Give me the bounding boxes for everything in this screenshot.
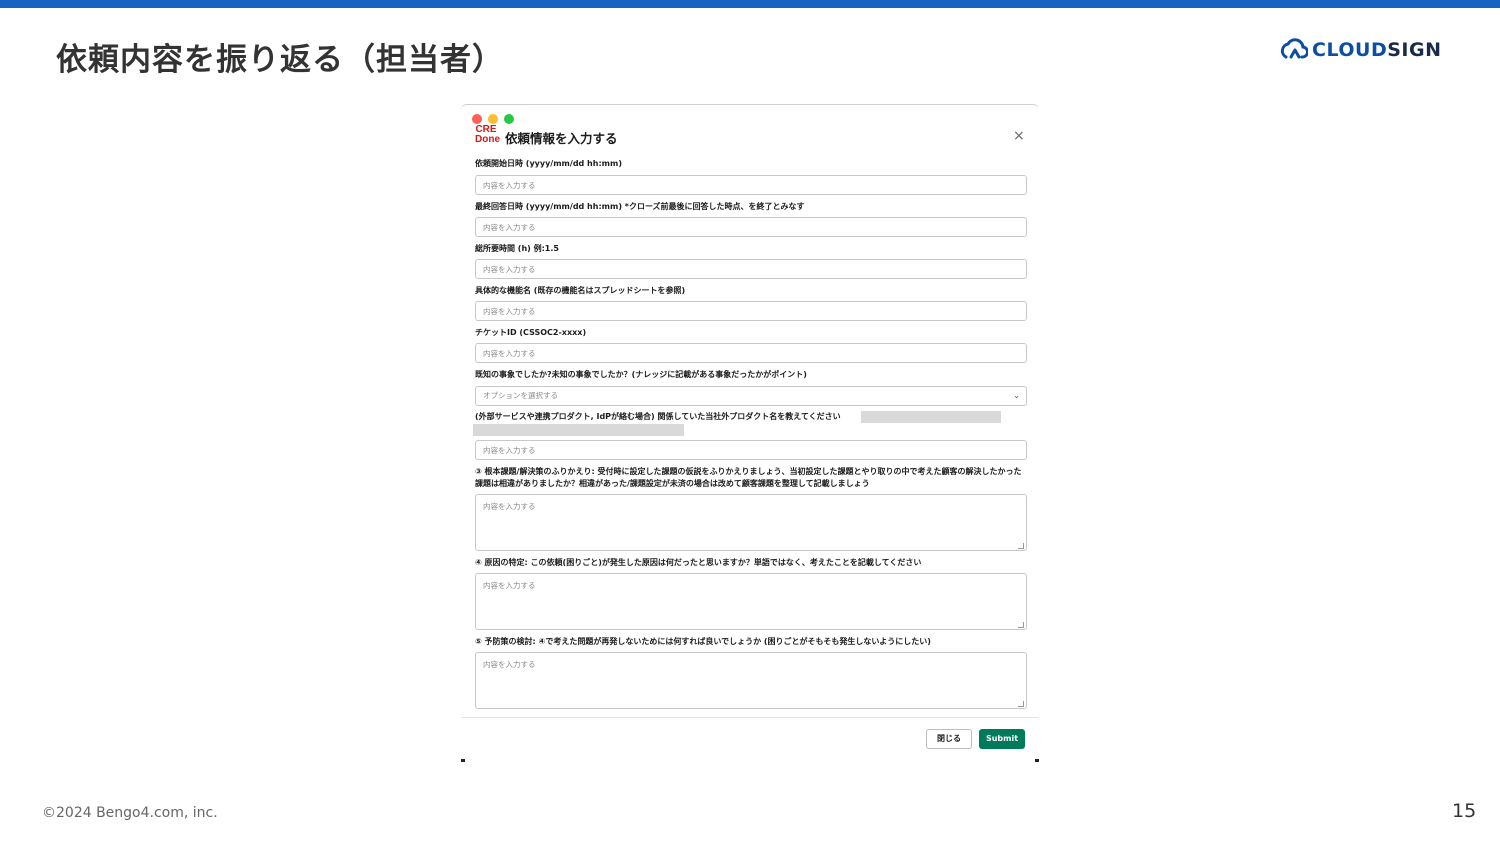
page-number: 15 xyxy=(1452,800,1477,822)
slide-title: 依頼内容を振り返る（担当者） xyxy=(56,42,504,78)
root-issue-label: ③ 根本課題/解決策のふりかえり: 受付時に設定した課題の仮説をふりかえりましょ… xyxy=(475,467,1022,488)
prevention-label: ⑤ 予防策の検討: ④で考えた問題が再発しないためには何すれば良いでしょうか (… xyxy=(475,637,931,646)
copyright-text: ©2024 Bengo4.com, inc. xyxy=(42,805,218,821)
screenshot-corner-mark xyxy=(461,759,465,762)
prevention-textarea[interactable] xyxy=(475,652,1027,709)
window-minimize-dot[interactable] xyxy=(488,114,498,124)
cause-textarea[interactable] xyxy=(475,573,1027,630)
last-answer-datetime-label: 最終回答日時 (yyyy/mm/dd hh:mm) *クローズ前最後に回答した時… xyxy=(475,202,805,211)
start-datetime-input[interactable] xyxy=(475,175,1027,195)
window-close-dot[interactable] xyxy=(472,114,482,124)
root-issue-textarea[interactable] xyxy=(475,494,1027,551)
screenshot-corner-mark xyxy=(1035,759,1039,762)
chevron-down-icon: ⌄ xyxy=(1013,391,1020,400)
request-info-modal: CRE Done 依頼情報を入力する × 依頼開始日時 (yyyy/mm/dd … xyxy=(461,104,1039,762)
cloudsign-logo-icon xyxy=(1280,38,1308,59)
external-product-input[interactable] xyxy=(475,440,1027,460)
ticket-id-input[interactable] xyxy=(475,343,1027,363)
cloudsign-logo: CLOUDSIGN xyxy=(1280,36,1441,64)
modal-title: 依頼情報を入力する xyxy=(505,131,618,146)
start-datetime-label: 依頼開始日時 (yyyy/mm/dd hh:mm) xyxy=(475,159,622,168)
redacted-block xyxy=(473,424,684,436)
redacted-block xyxy=(861,411,1001,423)
resize-handle-icon[interactable] xyxy=(1018,622,1024,628)
top-accent-bar xyxy=(0,0,1500,8)
total-hours-label: 総所要時間 (h) 例:1.5 xyxy=(475,244,559,253)
cause-label: ④ 原因の特定: この依頼(困りごと)が発生した原因は何だったと思いますか？単語… xyxy=(475,558,922,567)
total-hours-input[interactable] xyxy=(475,259,1027,279)
logo-wordmark: CLOUDSIGN xyxy=(1312,39,1442,61)
ticket-id-label: チケットID (CSSOC2-xxxx) xyxy=(475,328,587,337)
resize-handle-icon[interactable] xyxy=(1018,701,1024,707)
close-button[interactable]: 閉じる xyxy=(926,729,972,749)
close-icon[interactable]: × xyxy=(1013,128,1025,144)
known-issue-label: 既知の事象でしたか?未知の事象でしたか？(ナレッジに記載がある事象だったかがポイ… xyxy=(475,370,807,379)
feature-name-input[interactable] xyxy=(475,301,1027,321)
feature-name-label: 具体的な機能名 (既存の機能名はスプレッドシートを参照) xyxy=(475,286,686,295)
select-value: オプションを選択する xyxy=(483,391,558,400)
external-product-label: (外部サービスや連携プロダクト, IdPが絡む場合) 関係していた当社外プロダク… xyxy=(475,412,841,421)
resize-handle-icon[interactable] xyxy=(1018,543,1024,549)
known-issue-select[interactable]: オプションを選択する ⌄ xyxy=(475,386,1027,406)
submit-button[interactable]: Submit xyxy=(979,729,1025,749)
last-answer-datetime-input[interactable] xyxy=(475,217,1027,237)
modal-footer-divider xyxy=(461,717,1039,718)
window-zoom-dot[interactable] xyxy=(504,114,514,124)
cre-done-app-icon: CRE Done xyxy=(475,124,500,145)
